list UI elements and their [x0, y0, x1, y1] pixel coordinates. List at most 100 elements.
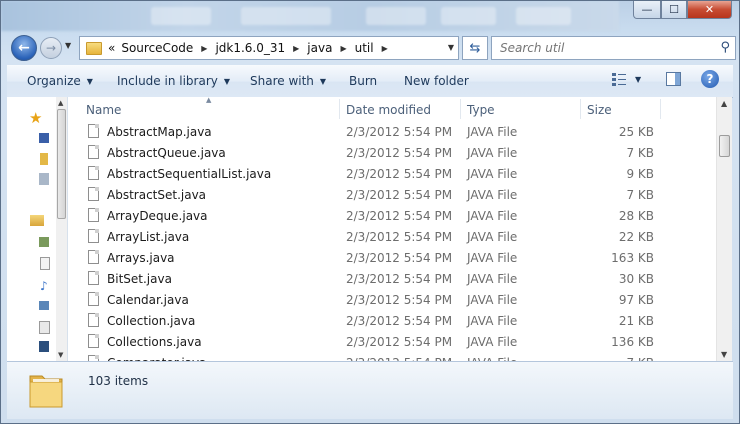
burn-label: Burn — [349, 74, 378, 88]
table-row[interactable]: AbstractQueue.java 2/3/2012 5:54 PM JAVA F… — [68, 142, 718, 163]
table-row[interactable]: Calendar.java 2/3/2012 5:54 PM JAVA File 97… — [68, 289, 718, 310]
breadcrumb-java[interactable]: java — [307, 41, 332, 55]
minimize-button[interactable]: — — [633, 1, 661, 19]
scroll-down-icon[interactable]: ▼ — [58, 351, 63, 359]
address-bar[interactable]: « SourceCode ▶ jdk1.6.0_31 ▶ java ▶ util… — [79, 36, 459, 60]
file-name: BitSet.java — [107, 272, 172, 286]
close-button[interactable]: ✕ — [687, 1, 732, 19]
table-row[interactable]: AbstractMap.java 2/3/2012 5:54 PM JAVA Fil… — [68, 121, 718, 142]
file-size: 7 KB — [626, 146, 654, 160]
breadcrumb-overflow[interactable]: « — [108, 41, 115, 55]
table-row[interactable]: AbstractSet.java 2/3/2012 5:54 PM JAVA Fil… — [68, 184, 718, 205]
organize-button[interactable]: Organize ▼ — [27, 74, 93, 88]
libraries-icon[interactable] — [30, 215, 44, 226]
scroll-thumb[interactable] — [57, 109, 66, 219]
column-size[interactable]: Size — [587, 103, 612, 117]
pictures-icon[interactable] — [39, 301, 49, 310]
search-input[interactable] — [498, 40, 702, 56]
java-file-icon — [88, 250, 99, 264]
documents-icon[interactable] — [39, 237, 49, 247]
burn-button[interactable]: Burn — [349, 74, 377, 88]
title-bar — [1, 1, 619, 31]
file-date-modified: 2/3/2012 5:54 PM — [346, 272, 453, 286]
file-type: JAVA File — [467, 272, 518, 286]
include-in-library-button[interactable]: Include in library ▼ — [117, 74, 230, 88]
videos-icon[interactable] — [39, 341, 49, 352]
share-with-button[interactable]: Share with ▼ — [250, 74, 326, 88]
table-row[interactable]: Collection.java 2/3/2012 5:54 PM JAVA File… — [68, 310, 718, 331]
breadcrumb-util[interactable]: util — [355, 41, 374, 55]
scroll-up-icon[interactable]: ▲ — [58, 99, 63, 107]
file-date-modified: 2/3/2012 5:54 PM — [346, 314, 453, 328]
file-name: Collection.java — [107, 314, 196, 328]
search-icon[interactable]: ⚲ — [720, 40, 730, 55]
file-date-modified: 2/3/2012 5:54 PM — [346, 125, 453, 139]
folder-icon — [86, 41, 102, 55]
table-row[interactable]: ArrayDeque.java 2/3/2012 5:54 PM JAVA File… — [68, 205, 718, 226]
address-dropdown-icon[interactable]: ▼ — [448, 43, 454, 52]
scroll-up-icon[interactable]: ▲ — [721, 99, 727, 108]
file-icon[interactable] — [40, 257, 50, 270]
views-icon[interactable] — [611, 72, 627, 86]
scroll-thumb[interactable] — [719, 135, 730, 157]
column-divider[interactable] — [460, 99, 461, 119]
navigation-pane-scrollbar[interactable]: ▲ ▼ — [56, 97, 67, 361]
maximize-button[interactable]: ☐ — [661, 1, 687, 19]
views-dropdown-icon[interactable]: ▼ — [635, 75, 641, 84]
explorer-window: — ☐ ✕ ← → ▼ « SourceCode ▶ jdk1.6.0_31 ▶… — [0, 0, 740, 424]
file-date-modified: 2/3/2012 5:54 PM — [346, 335, 453, 349]
breadcrumb-jdk[interactable]: jdk1.6.0_31 — [215, 41, 285, 55]
new-folder-button[interactable]: New folder — [404, 74, 469, 88]
back-button[interactable]: ← — [11, 35, 37, 61]
music-icon[interactable]: ♪ — [40, 279, 54, 293]
table-row[interactable]: AbstractSequentialList.java 2/3/2012 5:54… — [68, 163, 718, 184]
help-icon[interactable]: ? — [701, 70, 719, 88]
document-icon[interactable] — [39, 321, 50, 334]
file-date-modified: 2/3/2012 5:54 PM — [346, 251, 453, 265]
search-box[interactable]: ⚲ — [491, 36, 736, 60]
file-name: ArrayList.java — [107, 230, 190, 244]
file-size: 28 KB — [618, 209, 654, 223]
table-row[interactable]: BitSet.java 2/3/2012 5:54 PM JAVA File 30 K… — [68, 268, 718, 289]
java-file-icon — [88, 292, 99, 306]
command-bar: Organize ▼ Include in library ▼ Share wi… — [7, 65, 733, 98]
recent-pages-dropdown[interactable]: ▼ — [65, 41, 71, 50]
table-row[interactable]: Comparator.java2/3/2012 5:54 PMJAVA File… — [68, 352, 718, 361]
chevron-right-icon[interactable]: ▶ — [293, 44, 299, 53]
column-date-modified[interactable]: Date modified — [346, 103, 431, 117]
column-name[interactable]: Name — [86, 103, 121, 117]
share-with-label: Share with — [250, 74, 314, 88]
refresh-icon[interactable]: ⇆ — [462, 36, 488, 60]
chevron-right-icon[interactable]: ▶ — [382, 44, 388, 53]
column-divider[interactable] — [339, 99, 340, 119]
column-type[interactable]: Type — [467, 103, 495, 117]
file-type: JAVA File — [467, 251, 518, 265]
scroll-down-icon[interactable]: ▼ — [721, 350, 727, 359]
favorites-star-icon[interactable]: ★ — [29, 109, 45, 127]
downloads-icon[interactable] — [40, 153, 48, 165]
file-size: 7 KB — [626, 188, 654, 202]
file-name: Arrays.java — [107, 251, 175, 265]
column-divider[interactable] — [580, 99, 581, 119]
forward-button[interactable]: → — [40, 37, 62, 59]
chevron-right-icon[interactable]: ▶ — [340, 44, 346, 53]
table-row[interactable]: Arrays.java 2/3/2012 5:54 PM JAVA File 163 … — [68, 247, 718, 268]
breadcrumb-sourcecode[interactable]: SourceCode — [121, 41, 193, 55]
breadcrumb: « SourceCode ▶ jdk1.6.0_31 ▶ java ▶ util… — [108, 41, 396, 55]
column-divider[interactable] — [660, 99, 661, 119]
chevron-down-icon: ▼ — [86, 76, 93, 86]
recent-places-icon[interactable] — [39, 173, 49, 185]
file-size: 30 KB — [618, 272, 654, 286]
file-date-modified: 2/3/2012 5:54 PM — [346, 188, 453, 202]
table-row[interactable]: Collections.java 2/3/2012 5:54 PM JAVA Fil… — [68, 331, 718, 352]
preview-pane-icon[interactable] — [666, 72, 681, 86]
desktop-icon[interactable] — [39, 133, 49, 143]
folder-icon — [29, 375, 63, 408]
file-date-modified: 2/3/2012 5:54 PM — [346, 230, 453, 244]
file-type: JAVA File — [467, 167, 518, 181]
table-row[interactable]: ArrayList.java 2/3/2012 5:54 PM JAVA File 2… — [68, 226, 718, 247]
java-file-icon — [88, 334, 99, 348]
chevron-right-icon[interactable]: ▶ — [201, 44, 207, 53]
file-type: JAVA File — [467, 314, 518, 328]
file-list-scrollbar[interactable]: ▲ ▼ — [716, 97, 732, 361]
